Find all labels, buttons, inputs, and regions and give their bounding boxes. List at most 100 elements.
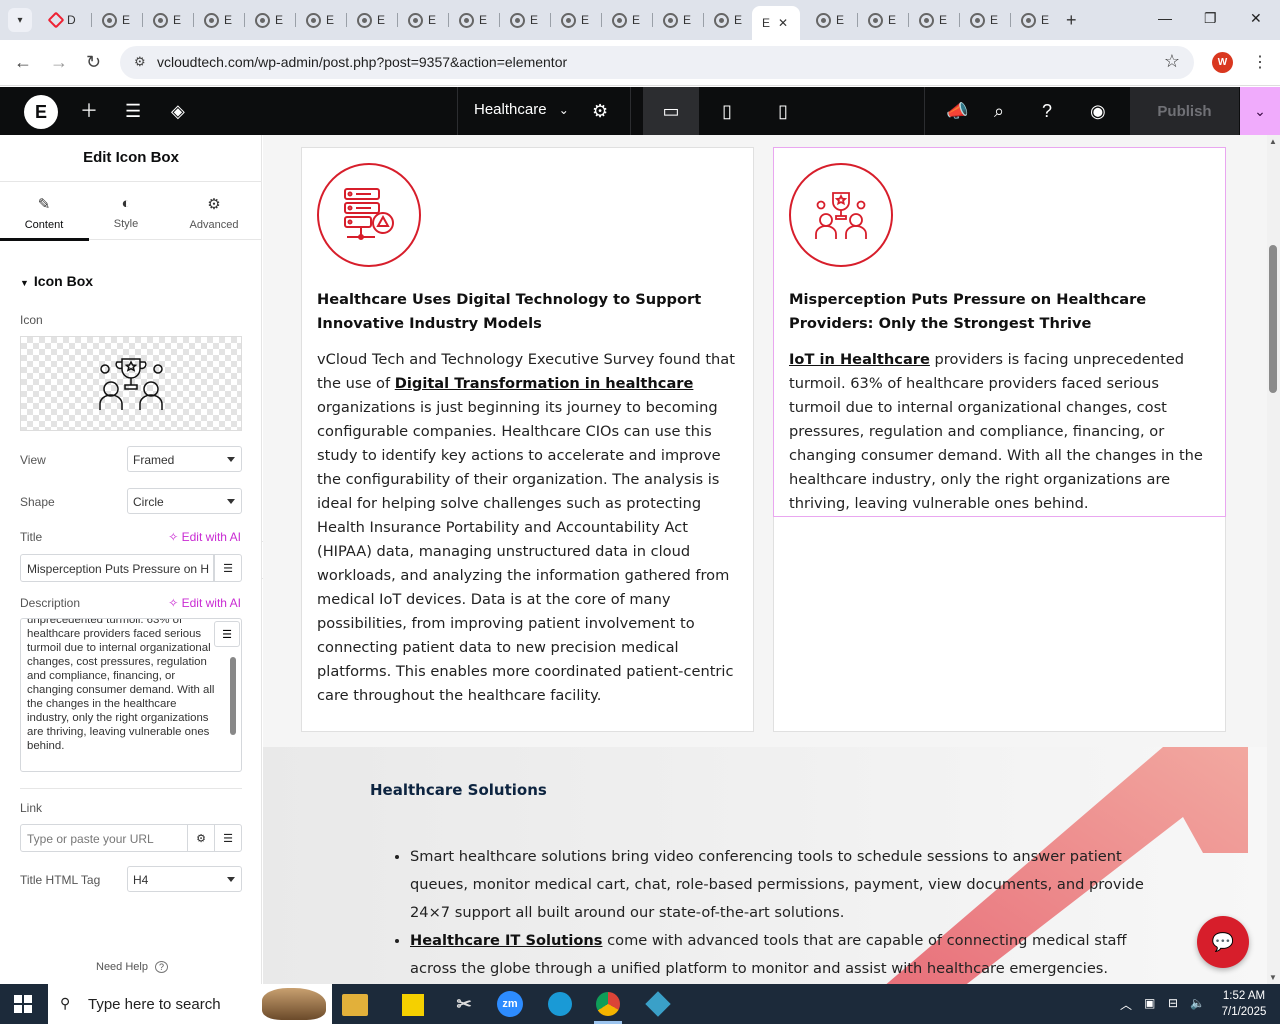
edge-browser-icon[interactable] — [540, 988, 580, 1020]
elementor-logo-icon[interactable]: E — [24, 95, 58, 129]
file-explorer-icon[interactable] — [342, 994, 368, 1016]
icon-box-card[interactable]: Healthcare Uses Digital Technology to Su… — [301, 147, 754, 732]
browser-tab[interactable]: E — [551, 6, 602, 34]
mobile-view-icon[interactable]: ▯ — [755, 87, 811, 135]
sticky-notes-icon[interactable] — [402, 994, 424, 1016]
need-help-link[interactable]: Need Help ? — [96, 961, 169, 973]
browser-tab[interactable]: E — [296, 6, 347, 34]
search-icon[interactable]: ⌕ — [994, 100, 1004, 122]
app-diamond-icon[interactable] — [638, 988, 678, 1020]
browser-tab[interactable]: E — [92, 6, 143, 34]
healthcare-it-solutions-link[interactable]: Healthcare IT Solutions — [410, 932, 602, 949]
link-options-gear-icon[interactable]: ⚙ — [187, 824, 215, 852]
site-info-icon[interactable]: ⚙ — [134, 54, 146, 70]
omnibox[interactable]: ⚙ vcloudtech.com/wp-admin/post.php?post=… — [120, 46, 1194, 79]
publish-options-chevron-icon[interactable]: ⌄ — [1240, 87, 1280, 135]
url-text[interactable]: vcloudtech.com/wp-admin/post.php?post=93… — [157, 54, 567, 70]
back-icon[interactable]: ← — [14, 52, 32, 73]
chevron-down-icon: ▾ — [17, 14, 23, 26]
bookmark-star-icon[interactable]: ☆ — [1164, 51, 1180, 72]
windows-start-icon[interactable] — [14, 995, 32, 1013]
section-toggle-icon-box[interactable]: ▼ Icon Box — [20, 273, 93, 289]
browser-tab[interactable]: E — [194, 6, 245, 34]
browser-tab[interactable]: E — [398, 6, 449, 34]
description-textarea[interactable]: unprecedented turmoil. 63% of healthcare… — [20, 618, 242, 772]
system-clock[interactable]: 1:52 AM 7/1/2025 — [1216, 988, 1272, 1020]
desktop-view-icon[interactable]: ▭ — [643, 87, 699, 135]
link-label: Link — [20, 801, 43, 815]
help-icon[interactable]: ? — [1042, 100, 1052, 122]
network-icon[interactable]: ⊟ — [1168, 996, 1178, 1010]
structure-layers-icon[interactable]: ◈ — [171, 100, 185, 122]
site-settings-icon[interactable]: ☰ — [125, 100, 141, 122]
icon-box-card-selected[interactable]: Misperception Puts Pressure on Healthcar… — [773, 147, 1226, 517]
notifications-megaphone-icon[interactable]: 📣 — [946, 100, 968, 122]
browser-tab[interactable]: E — [653, 6, 704, 34]
link-input[interactable]: Type or paste your URL — [20, 824, 188, 852]
tablet-view-icon[interactable]: ▯ — [699, 87, 755, 135]
preview-eye-icon[interactable]: ◉ — [1090, 100, 1106, 122]
tab-label: E — [888, 13, 897, 27]
browser-tab[interactable]: E — [858, 6, 909, 34]
title-input[interactable]: Misperception Puts Pressure on H — [20, 554, 214, 582]
view-select[interactable]: Framed — [127, 446, 242, 472]
reload-icon[interactable]: ↻ — [86, 52, 101, 73]
forward-icon[interactable]: → — [50, 52, 68, 73]
scroll-up-icon[interactable]: ▲ — [1269, 137, 1277, 146]
tab-advanced[interactable]: ⚙ Advanced — [170, 195, 258, 231]
browser-tab[interactable]: E — [143, 6, 194, 34]
scrollbar-thumb[interactable] — [1269, 245, 1277, 393]
page-name-select[interactable]: Healthcare ⌄ — [474, 101, 569, 118]
title-html-tag-select[interactable]: H4 — [127, 866, 242, 892]
tray-chevron-up-icon[interactable]: ︿ — [1120, 996, 1132, 1013]
chrome-browser-icon[interactable] — [588, 988, 628, 1024]
taskbar-search-box[interactable]: ⚲ Type here to search — [48, 984, 332, 1024]
iot-in-healthcare-link[interactable]: IoT in Healthcare — [789, 351, 930, 368]
browser-tab[interactable]: D — [40, 6, 91, 34]
dynamic-tags-icon[interactable]: ☰ — [214, 554, 242, 582]
browser-tab[interactable]: E — [909, 6, 960, 34]
title-html-tag-label: Title HTML Tag — [20, 873, 101, 887]
shape-select[interactable]: Circle — [127, 488, 242, 514]
tray-app-icon[interactable]: ▣ — [1144, 996, 1155, 1010]
snipping-tool-icon[interactable]: ✂ — [444, 988, 484, 1020]
profile-avatar[interactable]: W — [1212, 52, 1233, 73]
new-tab-icon[interactable]: + — [1066, 10, 1077, 31]
browser-tab[interactable]: E — [347, 6, 398, 34]
browser-tab[interactable]: E — [960, 6, 1011, 34]
icon-picker[interactable] — [20, 336, 242, 431]
scroll-down-icon[interactable]: ▼ — [1269, 973, 1277, 982]
close-icon[interactable]: ✕ — [778, 16, 788, 30]
browser-tab[interactable]: E — [449, 6, 500, 34]
browser-menu-icon[interactable]: ⋮ — [1252, 52, 1268, 72]
browser-tab[interactable]: E — [500, 6, 551, 34]
minimize-icon[interactable]: — — [1158, 10, 1172, 26]
page-scrollbar[interactable]: ▲ ▼ — [1267, 135, 1280, 984]
edit-with-ai-title-link[interactable]: ✧ Edit with AI — [168, 530, 241, 544]
volume-icon[interactable]: 🔈 — [1190, 996, 1205, 1010]
restore-icon[interactable]: ❐ — [1204, 10, 1217, 27]
pencil-icon: ✎ — [37, 196, 51, 213]
publish-button[interactable]: Publish — [1130, 87, 1239, 135]
browser-tab[interactable]: E — [245, 6, 296, 34]
browser-tab[interactable]: E — [806, 6, 857, 34]
digital-transformation-link[interactable]: Digital Transformation in healthcare — [395, 375, 694, 392]
zoom-app-icon[interactable]: zm — [490, 988, 530, 1020]
chat-widget-button[interactable]: 💬 — [1197, 916, 1249, 968]
tab-content[interactable]: ✎ Content — [0, 195, 88, 231]
description-text: unprecedented turmoil. 63% of healthcare… — [27, 618, 215, 752]
dynamic-tags-icon[interactable]: ☰ — [214, 824, 242, 852]
browser-tab[interactable]: E — [602, 6, 653, 34]
tab-label: E — [581, 13, 590, 27]
browser-tab[interactable]: E — [1011, 6, 1062, 34]
tab-style[interactable]: ◐ Style — [82, 195, 170, 230]
browser-tab[interactable]: E — [704, 6, 755, 34]
page-settings-gear-icon[interactable]: ⚙ — [592, 100, 608, 122]
browser-tab-active[interactable]: E ✕ — [752, 6, 800, 40]
add-element-icon[interactable]: ＋ — [80, 100, 98, 122]
tab-search-button[interactable]: ▾ — [8, 8, 32, 32]
dynamic-tags-icon[interactable]: ☰ — [214, 621, 240, 647]
edit-with-ai-description-link[interactable]: ✧ Edit with AI — [168, 596, 241, 610]
window-close-icon[interactable]: ✕ — [1250, 10, 1262, 27]
textarea-scrollbar[interactable] — [230, 657, 236, 735]
